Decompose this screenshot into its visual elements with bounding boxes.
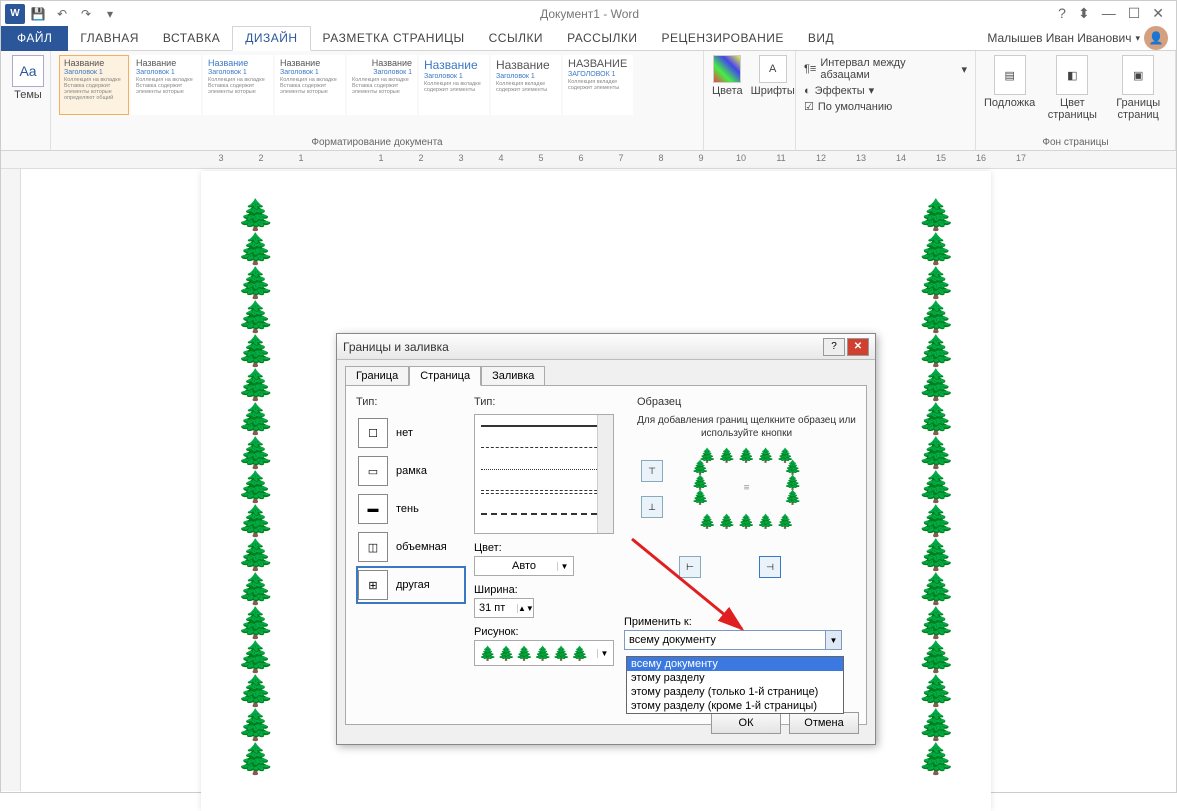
color-select[interactable]: Авто▼ <box>474 556 574 576</box>
ribbon-options[interactable]: ⬍ <box>1078 5 1090 22</box>
scrollbar[interactable] <box>597 415 613 533</box>
style-listbox[interactable] <box>474 414 614 534</box>
tab-review[interactable]: РЕЦЕНЗИРОВАНИЕ <box>649 26 795 51</box>
paragraph-spacing[interactable]: ¶≡ Интервал между абзацами ▾ <box>804 57 967 81</box>
undo-button[interactable]: ↶ <box>51 3 73 25</box>
dialog-help[interactable]: ? <box>823 338 845 356</box>
set-default[interactable]: ☑ По умолчанию <box>804 100 967 113</box>
qat-customize[interactable]: ▾ <box>99 3 121 25</box>
minimize-button[interactable]: — <box>1102 5 1116 22</box>
tab-insert[interactable]: ВСТАВКА <box>151 26 232 51</box>
type-none[interactable]: ☐нет <box>356 414 466 452</box>
ribbon-tabs: ФАЙЛ ГЛАВНАЯ ВСТАВКА ДИЗАЙН РАЗМЕТКА СТР… <box>1 26 1176 51</box>
apply-option[interactable]: всему документу <box>627 657 843 671</box>
close-button[interactable]: ✕ <box>1152 5 1164 22</box>
apply-option[interactable]: этому разделу (только 1-й странице) <box>627 685 843 699</box>
ribbon: Aа Темы НазваниеЗаголовок 1Коллекция на … <box>1 51 1176 151</box>
style-gallery[interactable]: НазваниеЗаголовок 1Коллекция на вкладке … <box>59 55 695 125</box>
dialog-close[interactable]: ✕ <box>847 338 869 356</box>
style-item[interactable]: НазваниеЗаголовок 1Коллекция на вкладке … <box>419 55 489 115</box>
style-item[interactable]: НазваниеЗаголовок 1Коллекция на вкладке … <box>59 55 129 115</box>
user-account[interactable]: Малышев Иван Иванович ▾ 👤 <box>987 26 1176 50</box>
colors-button[interactable]: Цвета <box>712 55 743 97</box>
style-item[interactable]: НазваниеЗаголовок 1Коллекция вкладке сод… <box>491 55 561 115</box>
type-shadow[interactable]: ▬тень <box>356 490 466 528</box>
page-borders-button[interactable]: ▣Границы страниц <box>1109 55 1167 121</box>
ruler-vertical[interactable] <box>1 169 21 791</box>
picture-select[interactable]: 🌲🌲🌲🌲🌲🌲 ▼ <box>474 640 614 666</box>
page-color-button[interactable]: ◧Цвет страницы <box>1047 55 1097 121</box>
dialog-titlebar[interactable]: Границы и заливка ? ✕ <box>337 334 875 360</box>
avatar: 👤 <box>1144 26 1168 50</box>
word-icon: W <box>5 4 25 24</box>
dialog-tab-shading[interactable]: Заливка <box>481 366 545 386</box>
preview-bottom-btn[interactable]: ⊥ <box>641 496 663 518</box>
tab-home[interactable]: ГЛАВНАЯ <box>68 26 151 51</box>
dialog-tab-page[interactable]: Страница <box>409 366 481 386</box>
preview-left-btn[interactable]: ⊢ <box>679 556 701 578</box>
type-custom[interactable]: ⊞другая <box>356 566 466 604</box>
tab-file[interactable]: ФАЙЛ <box>1 26 68 51</box>
width-input[interactable]: 31 пт▲▼ <box>474 598 534 618</box>
apply-option[interactable]: этому разделу (кроме 1-й страницы) <box>627 699 843 713</box>
title-bar: W 💾 ↶ ↷ ▾ Документ1 - Word ? ⬍ — ☐ ✕ <box>1 1 1176 26</box>
preview-right-btn[interactable]: ⊣ <box>759 556 781 578</box>
tab-design[interactable]: ДИЗАЙН <box>232 26 310 51</box>
help-button[interactable]: ? <box>1058 5 1066 22</box>
preview-sample[interactable]: 🌲🌲🌲🌲🌲 🌲🌲🌲🌲🌲 🌲🌲🌲 🌲🌲🌲 ≡ <box>692 448 802 528</box>
apply-to-select[interactable]: всему документу▼ <box>624 630 842 650</box>
effects-button[interactable]: ◐ Эффекты ▾ <box>804 84 967 97</box>
apply-option[interactable]: этому разделу <box>627 671 843 685</box>
borders-shading-dialog: Границы и заливка ? ✕ Граница Страница З… <box>336 333 876 745</box>
type-box[interactable]: ▭рамка <box>356 452 466 490</box>
cancel-button[interactable]: Отмена <box>789 712 859 734</box>
type-3d[interactable]: ◫объемная <box>356 528 466 566</box>
style-item[interactable]: НазваниеЗаголовок 1Коллекция на вкладке … <box>131 55 201 115</box>
style-item[interactable]: НазваниеЗаголовок 1Коллекция на вкладке … <box>203 55 273 115</box>
themes-button[interactable]: Aа Темы <box>9 55 47 101</box>
ok-button[interactable]: ОК <box>711 712 781 734</box>
style-item[interactable]: НАЗВАНИЕЗАГОЛОВОК 1Коллекция вкладке сод… <box>563 55 633 115</box>
redo-button[interactable]: ↷ <box>75 3 97 25</box>
tab-references[interactable]: ССЫЛКИ <box>477 26 555 51</box>
ruler-horizontal[interactable]: 3211234567891011121314151617 <box>1 151 1176 169</box>
document-title: Документ1 - Word <box>121 7 1058 21</box>
fonts-button[interactable]: АШрифты <box>751 55 795 97</box>
maximize-button[interactable]: ☐ <box>1128 5 1141 22</box>
style-item[interactable]: НазваниеЗаголовок 1Коллекция на вкладке … <box>275 55 345 115</box>
dialog-tab-border[interactable]: Граница <box>345 366 409 386</box>
style-item[interactable]: НазваниеЗаголовок 1Коллекция на вкладке … <box>347 55 417 115</box>
tab-layout[interactable]: РАЗМЕТКА СТРАНИЦЫ <box>311 26 477 51</box>
save-button[interactable]: 💾 <box>27 3 49 25</box>
watermark-button[interactable]: ▤Подложка <box>984 55 1035 121</box>
tab-view[interactable]: ВИД <box>796 26 846 51</box>
border-right: 🌲🌲🌲🌲🌲🌲🌲🌲🌲🌲🌲🌲🌲🌲🌲🌲🌲 <box>918 201 955 775</box>
border-left: 🌲🌲🌲🌲🌲🌲🌲🌲🌲🌲🌲🌲🌲🌲🌲🌲🌲 <box>237 201 274 775</box>
apply-to-dropdown[interactable]: всему документу этому разделу этому разд… <box>626 656 844 714</box>
preview-top-btn[interactable]: ⊤ <box>641 460 663 482</box>
tab-mailings[interactable]: РАССЫЛКИ <box>555 26 649 51</box>
